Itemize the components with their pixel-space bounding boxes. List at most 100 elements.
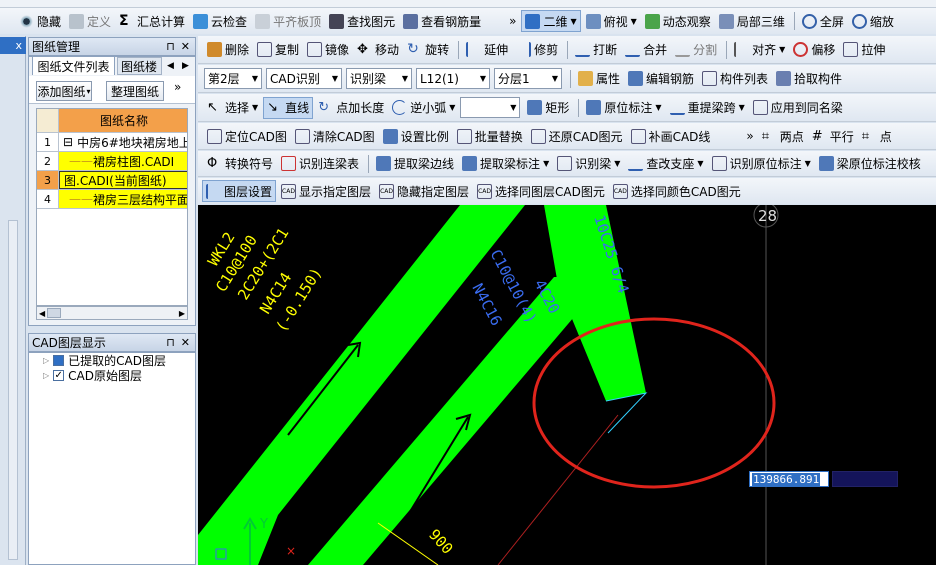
- hide-layer-button[interactable]: CAD 隐藏指定图层: [376, 180, 472, 202]
- point-button[interactable]: ⌗ 点: [859, 125, 895, 147]
- batch-replace-button[interactable]: 批量替换: [454, 125, 526, 147]
- pick-component-button[interactable]: 拾取构件: [773, 68, 845, 90]
- mirror-button[interactable]: 镜像: [304, 39, 352, 61]
- apply-same-beam-button[interactable]: 应用到同名梁: [750, 97, 846, 119]
- properties-button[interactable]: 属性: [575, 68, 623, 90]
- restore-cad-button[interactable]: 还原CAD图元: [528, 125, 626, 147]
- tab-drawing-floor[interactable]: 图纸楼: [117, 57, 162, 75]
- coordinate-input[interactable]: 139866.891: [749, 471, 829, 487]
- drawing-grid-hscroll[interactable]: ◀ ▶: [36, 306, 188, 320]
- slab-top-button[interactable]: 平齐板顶: [252, 10, 324, 32]
- expand-icon[interactable]: ▷: [43, 371, 49, 380]
- organize-drawing-button[interactable]: 整理图纸: [106, 81, 164, 101]
- check-support-dropdown[interactable]: 查改支座 ▼: [625, 153, 706, 175]
- pin-icon[interactable]: ⊓: [166, 336, 175, 349]
- layer-select[interactable]: 分层1 ▼: [494, 68, 562, 89]
- cad-drawing[interactable]: WKL2 C10@100 2C20+(2C1 N4C14 (-0.150) 90…: [198, 205, 936, 565]
- close-icon[interactable]: ✕: [181, 336, 190, 349]
- scroll-right-icon[interactable]: ▶: [179, 309, 185, 318]
- pin-icon[interactable]: ⊓: [166, 40, 175, 53]
- local-3d-button[interactable]: 局部三维: [716, 10, 788, 32]
- view-mode-dropdown[interactable]: 二维 ▼: [521, 10, 581, 32]
- trim-button[interactable]: 修剪: [513, 39, 561, 61]
- table-row[interactable]: 1 ⊟ 中房6#地块裙房地上:: [37, 133, 187, 152]
- fullscreen-button[interactable]: 全屏: [799, 10, 847, 32]
- re-extract-span-dropdown[interactable]: 重提梁跨 ▼: [667, 97, 748, 119]
- cad-canvas[interactable]: WKL2 C10@100 2C20+(2C1 N4C14 (-0.150) 90…: [198, 205, 936, 565]
- add-drawing-button[interactable]: 添加图纸 ▾: [36, 81, 92, 101]
- overflow-chevron-icon[interactable]: »: [506, 10, 519, 32]
- cloud-check-button[interactable]: 云检查: [190, 10, 250, 32]
- edit-rebar-button[interactable]: 编辑钢筋: [625, 68, 697, 90]
- checkbox-unchecked[interactable]: [53, 355, 65, 366]
- tab-drawing-list[interactable]: 图纸文件列表: [32, 56, 115, 75]
- coordinate-input-secondary[interactable]: [832, 471, 898, 487]
- stretch-button[interactable]: 拉伸: [840, 39, 888, 61]
- align-dropdown[interactable]: 对齐 ▼: [731, 39, 788, 61]
- rotate-button[interactable]: ↻ 旋转: [404, 39, 452, 61]
- copy-button[interactable]: 复制: [254, 39, 302, 61]
- find-element-button[interactable]: 查找图元: [326, 10, 398, 32]
- line-button[interactable]: ↘ 直线: [263, 96, 314, 119]
- recognize-beam-select[interactable]: 识别梁 ▼: [346, 68, 412, 89]
- recognize-original-label-dropdown[interactable]: 识别原位标注 ▼: [709, 153, 814, 175]
- left-dock-close-tab[interactable]: x: [0, 37, 26, 54]
- left-dock-scrollbar[interactable]: [8, 220, 18, 560]
- delete-button[interactable]: 删除: [204, 39, 252, 61]
- convert-symbol-button[interactable]: Φ 转换符号: [204, 153, 276, 175]
- cad-recog-select[interactable]: CAD识别 ▼: [266, 68, 342, 89]
- merge-button[interactable]: 合并: [622, 39, 670, 61]
- tab-scroll-right-icon[interactable]: ▶: [182, 61, 189, 71]
- scroll-left-icon[interactable]: ◀: [39, 309, 45, 318]
- offset-button[interactable]: 偏移: [790, 39, 838, 61]
- arc-dropdown[interactable]: 逆小弧 ▼: [389, 97, 458, 119]
- table-row[interactable]: 4 —— 裙房三层结构平面: [37, 190, 187, 209]
- scroll-thumb[interactable]: [47, 308, 62, 318]
- dynamic-view-button[interactable]: 动态观察: [642, 10, 714, 32]
- select-dropdown[interactable]: ↖ 选择 ▼: [204, 97, 261, 119]
- floor-select[interactable]: 第2层 ▼: [204, 68, 262, 89]
- locate-cad-button[interactable]: 定位CAD图: [204, 125, 290, 147]
- layer-item-extracted[interactable]: ▷ 已提取的CAD图层: [29, 353, 195, 368]
- beam-name-select[interactable]: L12(1) ▼: [416, 68, 490, 89]
- sum-calc-button[interactable]: Σ 汇总计算: [116, 10, 188, 32]
- expand-icon[interactable]: ▷: [43, 356, 49, 365]
- layer-item-original[interactable]: ▷ ✓ CAD原始图层: [29, 368, 195, 383]
- clear-cad-button[interactable]: 清除CAD图: [292, 125, 378, 147]
- point-length-button[interactable]: ↻ 点加长度: [315, 97, 387, 119]
- extract-beam-edge-button[interactable]: 提取梁边线: [373, 153, 457, 175]
- two-point-button[interactable]: ⌗ 两点: [759, 125, 807, 147]
- hide-button[interactable]: 隐藏: [16, 10, 64, 32]
- define-button[interactable]: 定义: [66, 10, 114, 32]
- view-rebar-button[interactable]: 查看钢筋量: [400, 10, 484, 32]
- extract-beam-label-dropdown[interactable]: 提取梁标注 ▼: [459, 153, 552, 175]
- drawing-toolbar-overflow[interactable]: »: [174, 80, 188, 100]
- break-button[interactable]: 打断: [572, 39, 620, 61]
- table-row-current[interactable]: 3 图.CADI(当前图纸): [37, 171, 187, 190]
- tab-scroll-arrows[interactable]: ◀ ▶: [163, 57, 193, 74]
- view-direction-dropdown[interactable]: 俯视 ▼: [583, 10, 640, 32]
- extend-button[interactable]: 延伸: [463, 39, 511, 61]
- redraw-cad-line-button[interactable]: 补画CAD线: [628, 125, 714, 147]
- recognize-link-beam-button[interactable]: 识别连梁表: [278, 153, 362, 175]
- move-button[interactable]: ✥ 移动: [354, 39, 402, 61]
- close-icon[interactable]: ✕: [181, 40, 190, 53]
- component-list-button[interactable]: 构件列表: [699, 68, 771, 90]
- select-same-color-button[interactable]: CAD 选择同颜色CAD图元: [610, 180, 744, 202]
- parallel-button[interactable]: # 平行: [809, 125, 857, 147]
- tab-scroll-left-icon[interactable]: ◀: [167, 61, 174, 71]
- split-button[interactable]: 分割: [672, 39, 720, 61]
- table-row[interactable]: 2 —— 裙房柱图.CADI: [37, 152, 187, 171]
- arc-radius-input[interactable]: ▼: [460, 97, 521, 118]
- checkbox-checked[interactable]: ✓: [53, 370, 65, 381]
- beam-label-check-button[interactable]: 梁原位标注校核: [816, 153, 924, 175]
- rectangle-button[interactable]: 矩形: [524, 97, 572, 119]
- show-layer-button[interactable]: CAD 显示指定图层: [278, 180, 374, 202]
- original-annotation-dropdown[interactable]: 原位标注 ▼: [583, 97, 664, 119]
- select-same-layer-button[interactable]: CAD 选择同图层CAD图元: [474, 180, 608, 202]
- collapse-icon[interactable]: ⊟: [63, 135, 73, 149]
- cad-toolbar-overflow[interactable]: »: [743, 125, 756, 147]
- set-scale-button[interactable]: 设置比例: [380, 125, 452, 147]
- layer-settings-button[interactable]: 图层设置: [202, 180, 277, 202]
- zoom-button[interactable]: 缩放: [849, 10, 897, 32]
